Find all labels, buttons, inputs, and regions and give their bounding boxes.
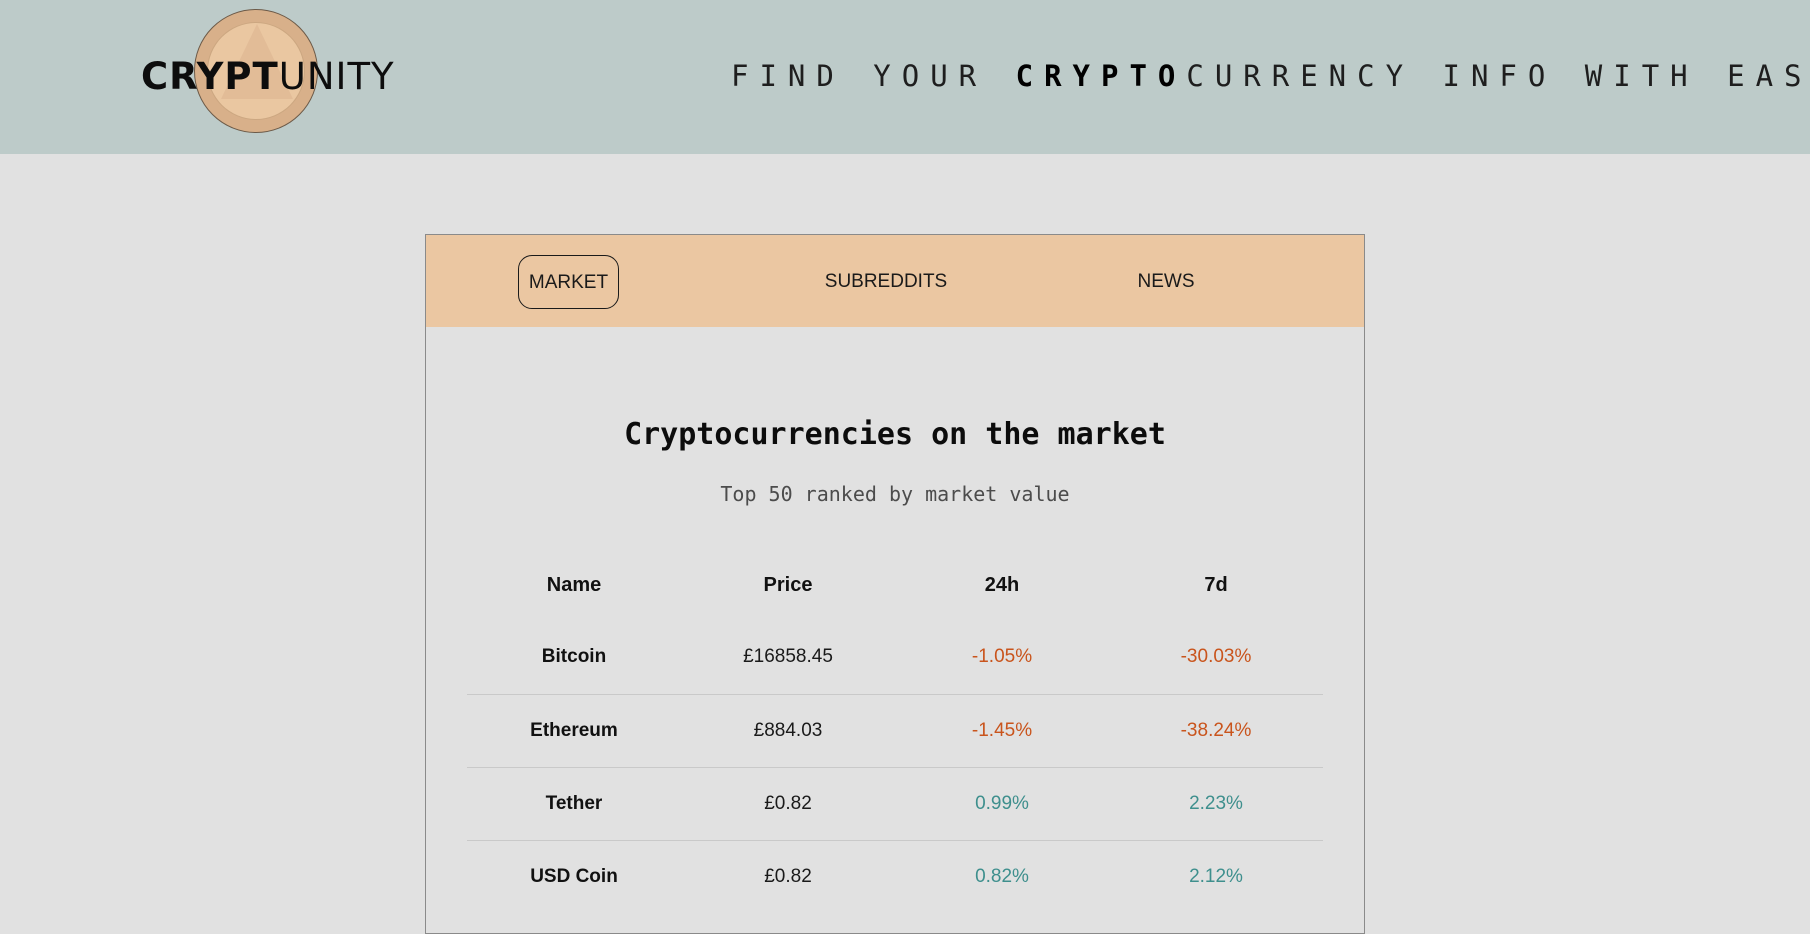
change-24h: -1.45%	[895, 693, 1109, 767]
market-table: Name Price 24h 7d Bitcoin £16858.45 -1.0…	[467, 549, 1323, 913]
change-7d: 2.23%	[1109, 766, 1323, 840]
column-header-name[interactable]: Name	[467, 549, 681, 621]
coin-price: £884.03	[681, 693, 895, 767]
coin-name: Ethereum	[467, 693, 681, 767]
column-header-price[interactable]: Price	[681, 549, 895, 621]
site-tagline: FIND YOUR CRYPTOCURRENCY INFO WITH EASE	[731, 58, 1810, 94]
site-logo[interactable]: CRYPTUNITY	[141, 54, 395, 100]
tab-market[interactable]: MARKET	[518, 255, 619, 309]
change-7d: -38.24%	[1109, 693, 1323, 767]
table-header-row: Name Price 24h 7d	[467, 549, 1323, 621]
coin-price: £0.82	[681, 839, 895, 913]
coin-name: Bitcoin	[541, 646, 607, 668]
column-header-24h[interactable]: 24h	[895, 549, 1109, 621]
tagline-strong: CRYPTO	[1015, 59, 1187, 93]
table-row[interactable]: USD Coin £0.82 0.82% 2.12%	[467, 839, 1323, 913]
tab-subreddits[interactable]: SUBREDDITS	[806, 255, 966, 309]
change-7d: -30.03%	[1180, 646, 1252, 668]
column-header-7d[interactable]: 7d	[1109, 549, 1323, 621]
logo-text-light: UNITY	[278, 55, 395, 98]
tagline-start: FIND YOUR	[731, 59, 1016, 93]
coin-price: £0.82	[681, 766, 895, 840]
main-nav: MARKET SUBREDDITS NEWS	[426, 235, 1364, 327]
page-title: Cryptocurrencies on the market	[624, 417, 1166, 452]
change-24h: -1.05%	[971, 646, 1033, 668]
table-row[interactable]: Ethereum £884.03 -1.45% -38.24%	[467, 693, 1323, 767]
site-header: CRYPTUNITY FIND YOUR CRYPTOCURRENCY INFO…	[0, 0, 1810, 154]
table-row[interactable]: Bitcoin £16858.45 -1.05% -30.03%	[467, 621, 1323, 694]
change-24h: 0.99%	[895, 766, 1109, 840]
tab-news[interactable]: NEWS	[1126, 255, 1206, 309]
coin-price: £16858.45	[743, 646, 833, 668]
coin-name: Tether	[467, 766, 681, 840]
tagline-end: CURRENCY INFO WITH EASE	[1186, 59, 1810, 93]
page-subtitle: Top 50 ranked by market value	[720, 482, 1070, 506]
change-7d: 2.12%	[1109, 839, 1323, 913]
change-24h: 0.82%	[895, 839, 1109, 913]
table-row[interactable]: Tether £0.82 0.99% 2.23%	[467, 766, 1323, 840]
main-card: MARKET SUBREDDITS NEWS Cryptocurrencies …	[425, 234, 1365, 934]
coin-name: USD Coin	[467, 839, 681, 913]
logo-text-bold: CRYPT	[141, 55, 279, 98]
